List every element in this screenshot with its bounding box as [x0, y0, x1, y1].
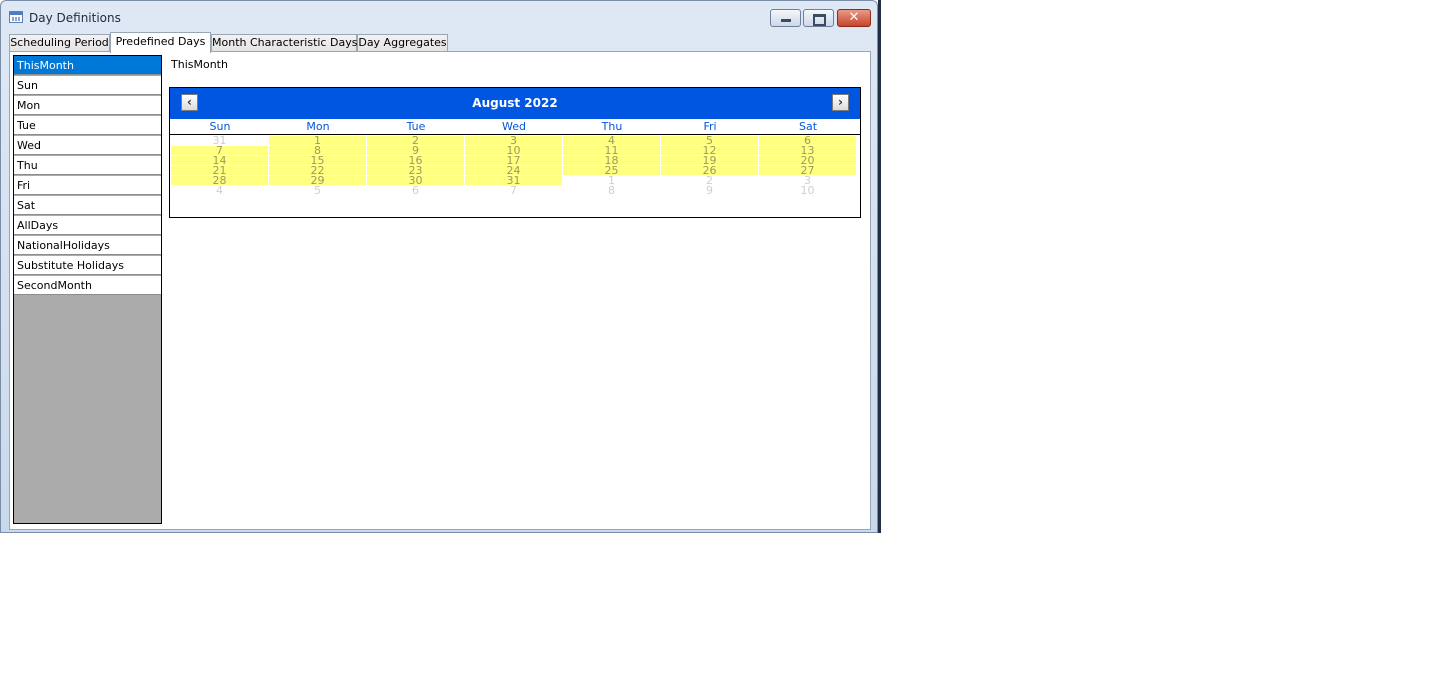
calendar-day-cell[interactable]: 6	[367, 185, 464, 196]
calendar-month-title[interactable]: August 2022	[170, 96, 860, 110]
next-month-button[interactable]: ›	[832, 94, 849, 111]
minimize-button[interactable]	[770, 9, 801, 27]
day-list-item[interactable]: Wed	[14, 136, 161, 155]
weekday-header: Wed	[502, 120, 526, 133]
close-icon: ✕	[848, 10, 860, 25]
tab-day-aggregates[interactable]: Day Aggregates	[357, 34, 448, 52]
weekday-header: Fri	[703, 120, 717, 133]
day-list-item[interactable]: Thu	[14, 156, 161, 175]
day-list-item[interactable]: ThisMonth	[14, 56, 161, 75]
day-list-item[interactable]: Substitute Holidays	[14, 256, 161, 275]
calendar-day-cell[interactable]: 5	[269, 185, 366, 196]
calendar-window-icon	[9, 11, 23, 23]
calendar-day-cell[interactable]: 7	[465, 185, 562, 196]
day-list-item[interactable]: Sat	[14, 196, 161, 215]
day-list-item[interactable]: Mon	[14, 96, 161, 115]
day-list-item[interactable]: Tue	[14, 116, 161, 135]
day-list-item[interactable]: Fri	[14, 176, 161, 195]
calendar-day-cell[interactable]: 9	[661, 185, 758, 196]
chevron-right-icon: ›	[838, 95, 843, 109]
tab-predefined-days[interactable]: Predefined Days	[110, 32, 211, 53]
month-calendar[interactable]: ‹ August 2022 › Sun Mon Tue Wed Thu Fri Sat 31 1…	[169, 87, 861, 218]
selected-day-label: ThisMonth	[171, 58, 228, 71]
weekday-header: Sun	[209, 120, 231, 133]
title-bar[interactable]: Day Definitions ✕	[1, 1, 877, 31]
weekday-header: Mon	[306, 120, 330, 133]
day-list-item[interactable]: SecondMonth	[14, 276, 161, 295]
day-list-item[interactable]: NationalHolidays	[14, 236, 161, 255]
calendar-header: ‹ August 2022 ›	[170, 88, 860, 119]
weekday-header: Tue	[406, 120, 426, 133]
day-list-item[interactable]: Sun	[14, 76, 161, 95]
maximize-button[interactable]	[803, 9, 834, 27]
weekday-header: Thu	[601, 120, 623, 133]
day-list-item[interactable]: AllDays	[14, 216, 161, 235]
tab-scheduling-period[interactable]: Scheduling Period	[9, 34, 110, 52]
window-edge-shadow	[878, 0, 881, 533]
weekday-header: Sat	[798, 120, 818, 133]
window-title: Day Definitions	[29, 11, 121, 25]
calendar-day-cell[interactable]: 8	[563, 185, 660, 196]
calendar-day-cell[interactable]: 4	[171, 185, 268, 196]
tab-month-characteristic-days[interactable]: Month Characteristic Days	[211, 34, 357, 52]
calendar-day-cell[interactable]: 10	[759, 185, 856, 196]
predefined-days-list[interactable]: ThisMonth Sun Mon Tue Wed Thu Fri Sat AllDays Nat…	[13, 55, 162, 524]
close-button[interactable]: ✕	[837, 9, 871, 27]
